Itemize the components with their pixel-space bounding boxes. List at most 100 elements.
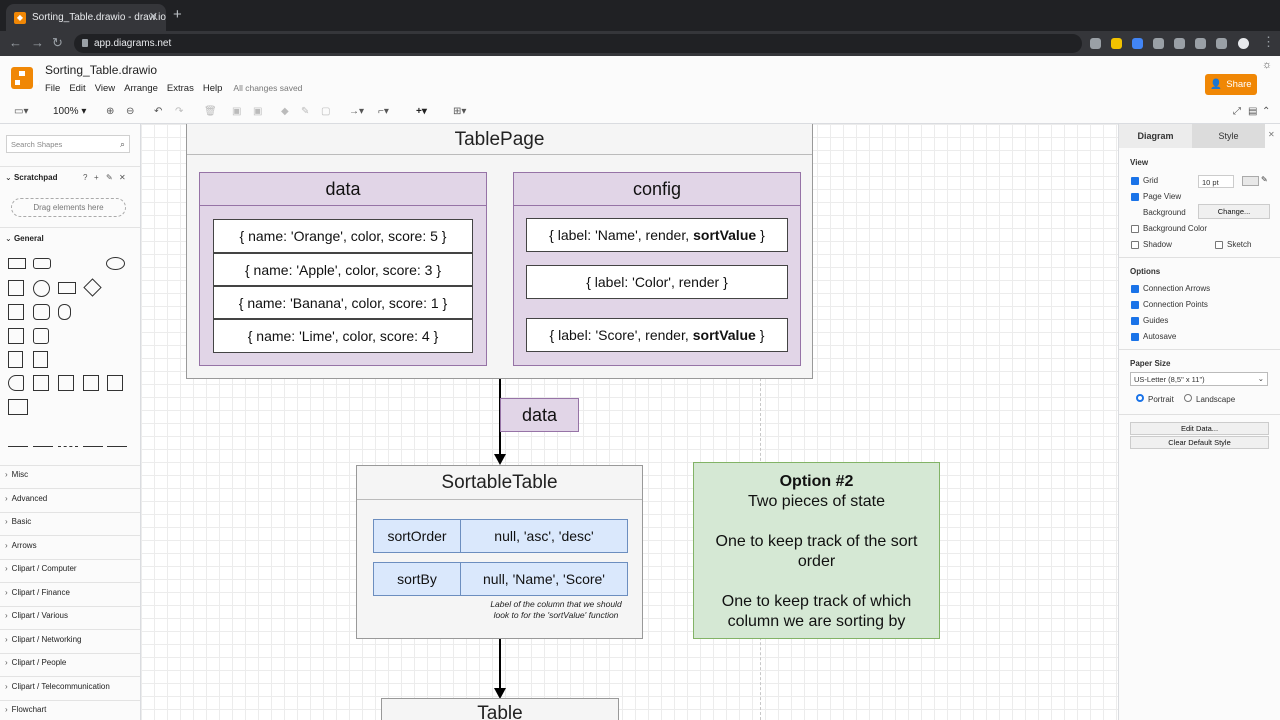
- share-button[interactable]: 👤 Share: [1205, 74, 1257, 95]
- table-shape-icon[interactable]: [8, 328, 24, 344]
- connector-shape-icon[interactable]: [83, 446, 103, 447]
- data-container[interactable]: data { name: 'Orange', color, score: 5 }…: [199, 172, 487, 366]
- forward-icon[interactable]: →: [31, 35, 44, 50]
- document-shape-icon[interactable]: [8, 351, 23, 368]
- tab-diagram[interactable]: Diagram: [1119, 124, 1192, 148]
- circle-shape-icon[interactable]: [33, 280, 50, 297]
- rounded-rectangle-shape-icon[interactable]: [33, 258, 51, 269]
- category-basic[interactable]: Basic: [5, 517, 32, 526]
- connection-points-checkbox[interactable]: [1131, 301, 1139, 309]
- to-back-icon[interactable]: ▣: [253, 106, 262, 117]
- dashed-line-shape-icon[interactable]: [58, 446, 78, 447]
- undo-icon[interactable]: ↶: [154, 106, 162, 117]
- close-panel-icon[interactable]: ✕: [1268, 130, 1275, 139]
- data-row[interactable]: { name: 'Banana', color, score: 1 }: [213, 286, 473, 319]
- puzzle-icon[interactable]: [1195, 38, 1206, 49]
- diagram-canvas[interactable]: TablePage data { name: 'Orange', color, …: [141, 124, 1118, 720]
- data-storage-shape-icon[interactable]: [33, 375, 49, 391]
- config-container[interactable]: config { label: 'Name', render, sortValu…: [513, 172, 801, 366]
- search-icon[interactable]: ⌕: [120, 139, 125, 150]
- delete-icon[interactable]: 🗑: [204, 106, 217, 117]
- to-front-icon[interactable]: ▣: [232, 106, 241, 117]
- diamond-shape-icon[interactable]: [83, 278, 102, 297]
- connection-arrows-checkbox[interactable]: [1131, 285, 1139, 293]
- search-shapes-input[interactable]: Search Shapes ⌕: [6, 135, 130, 153]
- tab-style[interactable]: Style: [1192, 124, 1265, 148]
- extension-icon[interactable]: [1132, 38, 1143, 49]
- list-shape-icon[interactable]: [83, 375, 99, 391]
- delay-shape-icon[interactable]: [8, 375, 24, 391]
- autosave-checkbox[interactable]: [1131, 333, 1139, 341]
- background-color-checkbox[interactable]: [1131, 225, 1139, 233]
- state-value-cell[interactable]: null, 'Name', 'Score': [460, 562, 628, 596]
- category-clipart-people[interactable]: Clipart / People: [5, 658, 67, 667]
- reload-icon[interactable]: ↻: [52, 35, 63, 51]
- landscape-radio[interactable]: [1184, 394, 1192, 402]
- format-icon[interactable]: ▤: [1248, 106, 1257, 117]
- edit-data-button[interactable]: Edit Data...: [1130, 422, 1269, 435]
- paper-size-select[interactable]: US-Letter (8,5" x 11") ⌄: [1130, 372, 1268, 386]
- sortby-note[interactable]: Label of the column that we should look …: [483, 599, 629, 621]
- menu-view[interactable]: View: [95, 83, 115, 94]
- rounded-container-shape-icon[interactable]: [33, 304, 50, 320]
- menu-help[interactable]: Help: [203, 83, 223, 94]
- config-row[interactable]: { label: 'Name', render, sortValue }: [526, 218, 788, 252]
- state-key-cell[interactable]: sortBy: [373, 562, 461, 596]
- category-misc[interactable]: Misc: [5, 470, 28, 479]
- line-color-icon[interactable]: ✎: [301, 106, 309, 117]
- grid-checkbox[interactable]: [1131, 177, 1139, 185]
- category-flowchart[interactable]: Flowchart: [5, 705, 47, 714]
- category-clipart-computer[interactable]: Clipart / Computer: [5, 564, 77, 573]
- browser-menu-icon[interactable]: ⋮: [1262, 34, 1275, 50]
- scratchpad-help-icon[interactable]: ?: [83, 173, 87, 182]
- category-advanced[interactable]: Advanced: [5, 494, 48, 503]
- note-shape-icon[interactable]: [33, 351, 48, 368]
- arrow-line-shape-icon[interactable]: [33, 446, 53, 447]
- waypoints-icon[interactable]: ⌐▾: [378, 106, 389, 117]
- file-name[interactable]: Sorting_Table.drawio: [45, 63, 157, 77]
- process-shape-icon[interactable]: [58, 282, 76, 294]
- category-clipart-various[interactable]: Clipart / Various: [5, 611, 68, 620]
- state-key-cell[interactable]: sortOrder: [373, 519, 461, 553]
- zoom-out-icon[interactable]: ⊖: [126, 106, 134, 117]
- profile-avatar[interactable]: [1238, 38, 1249, 49]
- card-shape-icon[interactable]: [33, 328, 49, 344]
- link-shape-icon[interactable]: [107, 446, 127, 447]
- sketch-checkbox[interactable]: [1215, 241, 1223, 249]
- extension-icon[interactable]: [1090, 38, 1101, 49]
- change-background-button[interactable]: Change...: [1198, 204, 1270, 219]
- shadow-checkbox[interactable]: [1131, 241, 1139, 249]
- config-row[interactable]: { label: 'Score', render, sortValue }: [526, 318, 788, 352]
- shadow-icon[interactable]: ▢: [321, 106, 330, 117]
- cylinder-shape-icon[interactable]: [58, 304, 71, 320]
- browser-tab[interactable]: ◆ Sorting_Table.drawio - draw.io ✕: [6, 4, 166, 31]
- internal-storage-shape-icon[interactable]: [58, 375, 74, 391]
- rectangle-shape-icon[interactable]: [8, 258, 26, 269]
- grid-size-input[interactable]: 10 pt: [1198, 175, 1234, 188]
- new-tab-icon[interactable]: +: [173, 6, 182, 23]
- sortabletable-container[interactable]: SortableTable sortOrder null, 'asc', 'de…: [356, 465, 643, 639]
- sidebar-icon[interactable]: [1216, 38, 1227, 49]
- extension-icon[interactable]: [1111, 38, 1122, 49]
- menu-edit[interactable]: Edit: [69, 83, 85, 94]
- square-shape-icon[interactable]: [8, 280, 24, 296]
- category-clipart-finance[interactable]: Clipart / Finance: [5, 588, 70, 597]
- data-row[interactable]: { name: 'Apple', color, score: 3 }: [213, 253, 473, 286]
- clear-default-style-button[interactable]: Clear Default Style: [1130, 436, 1269, 449]
- config-row[interactable]: { label: 'Color', render }: [526, 265, 788, 299]
- scratchpad-dropzone[interactable]: Drag elements here: [11, 198, 126, 217]
- insert-icon[interactable]: +▾: [416, 106, 427, 117]
- edge-line[interactable]: [499, 639, 501, 691]
- extension-icon[interactable]: [1153, 38, 1164, 49]
- scratchpad-close-icon[interactable]: ✕: [119, 173, 126, 182]
- page-view-checkbox[interactable]: [1131, 193, 1139, 201]
- connection-style-icon[interactable]: →▾: [349, 106, 364, 117]
- zoom-in-icon[interactable]: ⊕: [106, 106, 114, 117]
- menu-extras[interactable]: Extras: [167, 83, 194, 94]
- ellipse-shape-icon[interactable]: [106, 257, 125, 270]
- line-shape-icon[interactable]: [8, 446, 28, 447]
- menu-arrange[interactable]: Arrange: [124, 83, 158, 94]
- format-panel-icon[interactable]: ▭▾: [14, 106, 28, 117]
- fill-color-icon[interactable]: ◆: [281, 106, 289, 117]
- category-arrows[interactable]: Arrows: [5, 541, 37, 550]
